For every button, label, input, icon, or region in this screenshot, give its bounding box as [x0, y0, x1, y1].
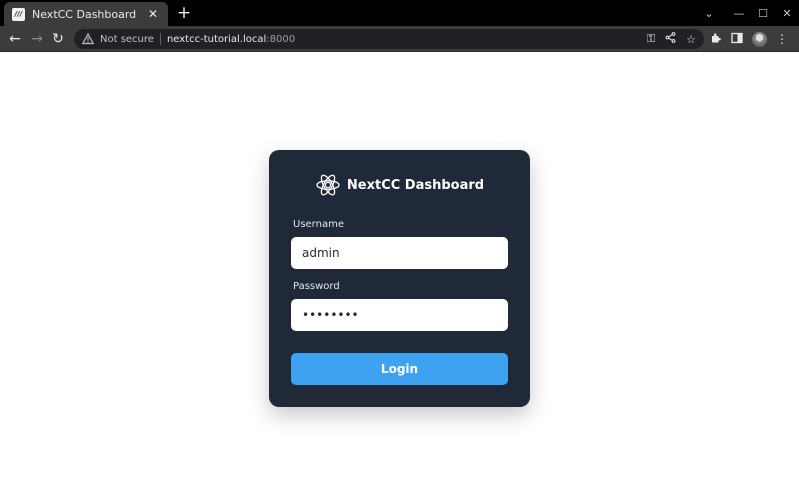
browser-tab[interactable]: /// NextCC Dashboard ✕ [4, 2, 168, 26]
security-label: Not secure [100, 33, 154, 45]
url-port: :8000 [266, 33, 296, 45]
username-input[interactable] [291, 237, 508, 269]
login-title: NextCC Dashboard [346, 177, 485, 193]
side-panel-icon[interactable] [731, 32, 743, 47]
close-tab-icon[interactable]: ✕ [146, 7, 160, 21]
forward-icon[interactable]: → [27, 29, 47, 49]
star-icon[interactable]: ☆ [686, 33, 696, 46]
new-tab-icon[interactable]: + [175, 4, 193, 22]
close-window-icon[interactable]: ✕ [775, 7, 799, 20]
password-input[interactable] [291, 299, 508, 331]
profile-icon[interactable] [752, 31, 767, 47]
login-header: NextCC Dashboard [269, 172, 530, 198]
warning-icon[interactable] [82, 33, 94, 45]
tab-search-chevron-icon[interactable]: ⌄ [697, 7, 721, 20]
toolbar-right: ⋮ [710, 29, 788, 49]
minimize-icon[interactable]: — [727, 7, 751, 20]
key-icon[interactable]: ⚿ [647, 32, 655, 46]
browser-toolbar: ← → ↻ Not secure nextcc-tutorial.local:8… [0, 26, 799, 52]
tab-title: NextCC Dashboard [32, 7, 137, 21]
login-button[interactable]: Login [291, 353, 508, 385]
nextcc-favicon-icon: /// [12, 7, 25, 21]
maximize-icon[interactable]: ☐ [751, 7, 775, 20]
extensions-icon[interactable] [710, 32, 722, 47]
window-controls: ⌄ — ☐ ✕ [697, 0, 799, 26]
address-bar[interactable]: Not secure nextcc-tutorial.local:8000 ⚿ … [74, 29, 704, 49]
back-icon[interactable]: ← [5, 29, 25, 49]
menu-icon[interactable]: ⋮ [776, 32, 788, 46]
omnibox-actions: ⚿ ☆ [647, 29, 696, 49]
login-card: NextCC Dashboard Username Password Login [269, 150, 530, 407]
share-icon[interactable] [665, 32, 676, 46]
reload-icon[interactable]: ↻ [48, 29, 68, 49]
url-host: nextcc-tutorial.local [166, 33, 267, 45]
tab-strip: /// NextCC Dashboard ✕ + ⌄ — ☐ ✕ [0, 0, 799, 26]
password-label: Password [293, 281, 340, 292]
nextcc-logo-icon [316, 174, 340, 196]
username-label: Username [293, 219, 344, 230]
omnibox-divider [159, 33, 161, 45]
